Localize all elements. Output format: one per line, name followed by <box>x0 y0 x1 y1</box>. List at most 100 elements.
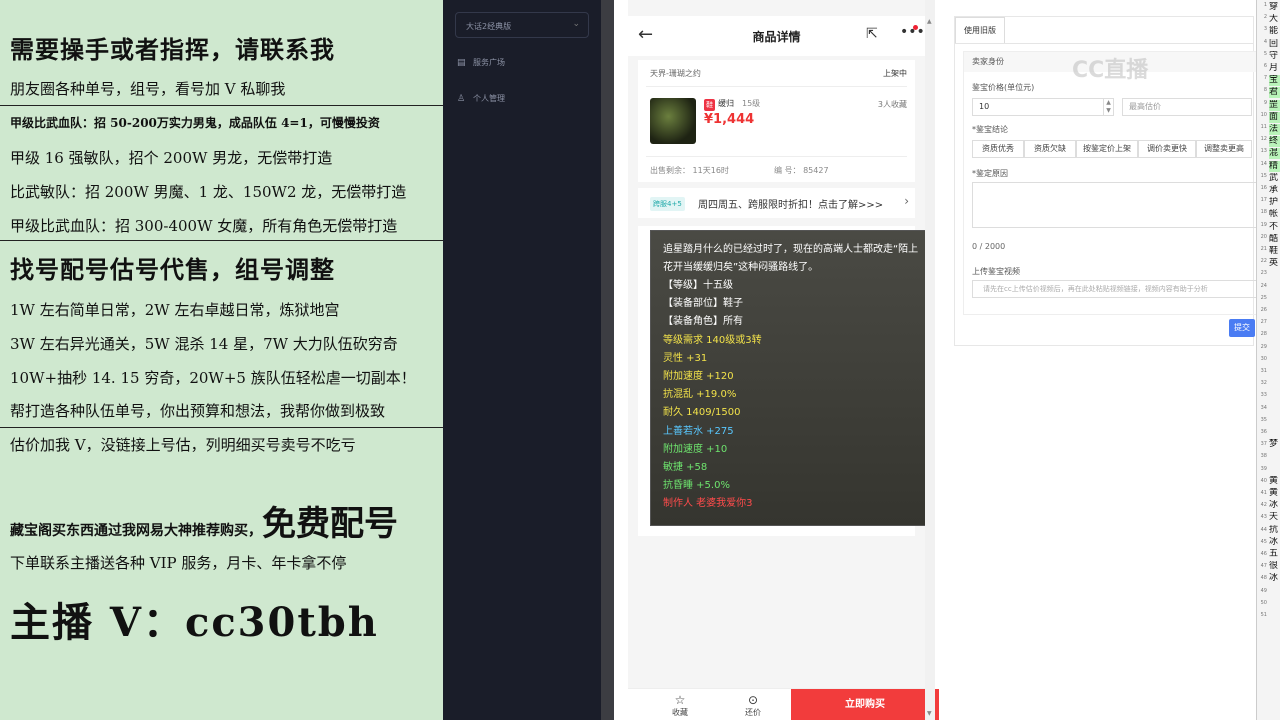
row-number: 11 <box>1260 124 1267 130</box>
item-name: 缓归 <box>718 99 734 108</box>
row-text-cell <box>1269 415 1280 426</box>
status-badge: 上架中 <box>883 69 907 78</box>
row-text-cell: 黄 <box>1269 488 1279 498</box>
row-text-cell: 守 <box>1269 50 1279 61</box>
number-stepper[interactable]: ▲ ▼ <box>1103 99 1113 115</box>
row-number: 31 <box>1260 368 1267 374</box>
row-text-cell: 不 <box>1269 221 1279 232</box>
row-number: 23 <box>1260 270 1267 277</box>
row-number: 3 <box>1263 26 1267 33</box>
row-number: 38 <box>1260 453 1267 460</box>
attribute-list: 【等级】十五级 【装备部位】鞋子 【装备角色】所有 等级需求 140级或3转 灵性 +3… <box>663 277 920 514</box>
price-input[interactable]: 10 ▲ ▼ <box>972 98 1114 116</box>
row-text-cell: 英 <box>1269 258 1279 269</box>
row-number: 26 <box>1260 307 1267 313</box>
remaining-time-value: 11天16时 <box>692 166 729 175</box>
row-text-cell: 护 <box>1269 197 1279 208</box>
option-quality-lacking[interactable]: 资质欠缺 <box>1024 140 1076 158</box>
offer-label: 还价 <box>745 708 761 717</box>
offer-button[interactable]: ⊙ 还价 <box>723 693 783 718</box>
tab-old-version[interactable]: 使用旧版 <box>955 17 1005 43</box>
row-text-cell: 回 <box>1269 38 1279 49</box>
row-number: 48 <box>1260 575 1267 582</box>
price-input-value: 10 <box>979 102 990 111</box>
option-list-at-appraisal[interactable]: 按鉴定价上架 <box>1076 140 1138 158</box>
row-number: 15 <box>1260 172 1267 179</box>
row-text-cell <box>1269 451 1280 462</box>
attribute-line: 上善若水 +275 <box>663 425 734 437</box>
row-number: 12 <box>1260 136 1267 143</box>
promo-line-9: 3W 左右异光通关，5W 混杀 14 星，7W 大力队伍砍穷奇 <box>10 335 398 353</box>
max-price-input[interactable]: 最高估价 <box>1122 98 1252 116</box>
row-text-cell: 面 <box>1269 111 1280 123</box>
version-select-value: 大话2经典版 <box>466 22 512 31</box>
row-number: 45 <box>1260 538 1267 545</box>
option-quality-excellent[interactable]: 资质优秀 <box>972 140 1024 158</box>
sidebar-item-service-square[interactable]: ▤ 服务广场 <box>457 57 505 68</box>
scroll-up-icon[interactable]: ▲ <box>927 18 932 25</box>
scroll-down-icon[interactable]: ▼ <box>927 710 932 717</box>
promo-line-12: 估价加我 V，没链接上号估，列明细买号卖号不吃亏 <box>10 436 356 454</box>
row-number: 20 <box>1260 233 1267 240</box>
form-body: 卖家身份 鉴宝价格(单位元) 10 ▲ ▼ 最高估价 *鉴宝结论 资质优秀 资质欠… <box>963 51 1260 315</box>
row-text-cell: 月 <box>1269 63 1279 73</box>
row-text-cell: 终 <box>1269 136 1280 148</box>
sidebar-item-label: 个人管理 <box>473 94 505 103</box>
option-adjust-faster[interactable]: 调价卖更快 <box>1138 140 1196 158</box>
promo-line-8: 1W 左右简单日常，2W 左右卓越日常，炼狱地宫 <box>10 301 340 319</box>
row-number: 30 <box>1260 355 1267 362</box>
version-select[interactable]: 大话2经典版 ⌄ <box>455 12 589 38</box>
notification-dot <box>913 25 918 30</box>
item-card[interactable]: 天界-珊瑚之约 上架中 鞋 缓归 15级 ¥1,444 3人收藏 出售剩余： 1… <box>638 60 915 182</box>
item-level: 15级 <box>742 99 761 108</box>
reason-textarea[interactable] <box>972 182 1260 228</box>
option-adjust-higher[interactable]: 调整卖更高 <box>1196 140 1252 158</box>
row-number: 32 <box>1260 380 1267 387</box>
row-number: 35 <box>1260 416 1267 423</box>
row-number: 34 <box>1260 404 1267 411</box>
row-text-cell: 法 <box>1269 124 1280 135</box>
promo-contact: 主播 V：cc30tbh <box>10 599 379 646</box>
watermark: CC直播 <box>1072 58 1149 83</box>
share-icon[interactable]: ⇱ <box>866 26 878 42</box>
promo-line-6: 甲级比武血队：招 300-400W 女魔，所有角色无偿带打造 <box>10 217 398 235</box>
promo-line-14: 下单联系主播送各种 VIP 服务，月卡、年卡拿不停 <box>10 554 347 572</box>
promo-line-4: 甲级 16 强敏队，招个 200W 男龙，无偿带打造 <box>10 149 333 167</box>
row-number: 25 <box>1260 294 1267 301</box>
row-number: 29 <box>1260 343 1267 350</box>
sidebar: 大话2经典版 ⌄ ▤ 服务广场 ♙ 个人管理 <box>443 0 601 720</box>
promo-banner[interactable]: 跨服4+5 周四周五、跨服限时折扣！点击了解>>> › <box>638 188 915 218</box>
row-number: 27 <box>1260 319 1267 326</box>
promo-line-10: 10W+抽秒 14. 15 穷奇，20W+5 族队伍轻松虐一切副本！ <box>10 369 416 387</box>
row-number: 36 <box>1260 429 1267 435</box>
buy-now-button[interactable]: 立即购买 <box>791 689 939 720</box>
submit-button[interactable]: 提交 <box>1229 319 1255 337</box>
favorite-button[interactable]: ☆ 收藏 <box>650 693 710 718</box>
reason-label: *鉴定原因 <box>972 169 1008 178</box>
item-thumbnail[interactable] <box>650 98 696 144</box>
row-number: 47 <box>1260 563 1267 570</box>
video-link-input[interactable]: 请先在cc上传估价视频后，再在此处粘贴视频链接，视频内容有助于分析 <box>972 280 1260 298</box>
row-number: 37 <box>1260 441 1267 448</box>
attribute-line: 抗混乱 +19.0% <box>663 389 737 401</box>
promo-line-7: 找号配号估号代售，组号调整 <box>10 255 335 284</box>
row-text-cell: 君 <box>1269 87 1280 99</box>
favorite-label: 收藏 <box>672 708 688 717</box>
attribute-line: 【等级】十五级 <box>663 280 733 291</box>
row-text-cell: 罡 <box>1269 99 1280 111</box>
scrollbar[interactable]: ▲ ▼ <box>925 0 935 720</box>
promo-panel: 需要操手或者指挥，请联系我 朋友圈各种单号，组号，看号加 V 私聊我 甲级比武血… <box>0 0 443 720</box>
attribute-line: 抗昏睡 +5.0% <box>663 480 730 492</box>
yuan-icon: ⊙ <box>747 693 759 707</box>
row-text-cell: 大 <box>1269 14 1279 25</box>
row-number: 2 <box>1263 14 1267 21</box>
row-number: 50 <box>1260 599 1267 606</box>
row-text-cell: 冰 <box>1269 500 1279 511</box>
row-number: 8 <box>1263 87 1267 94</box>
bottom-bar: ☆ 收藏 ⊙ 还价 立即购买 <box>628 688 939 720</box>
sidebar-item-personal-management[interactable]: ♙ 个人管理 <box>457 93 505 104</box>
row-number: 33 <box>1260 392 1267 399</box>
row-number: 28 <box>1260 331 1267 338</box>
attribute-line: 附加速度 +10 <box>663 443 728 455</box>
file-icon: ▤ <box>457 57 466 68</box>
